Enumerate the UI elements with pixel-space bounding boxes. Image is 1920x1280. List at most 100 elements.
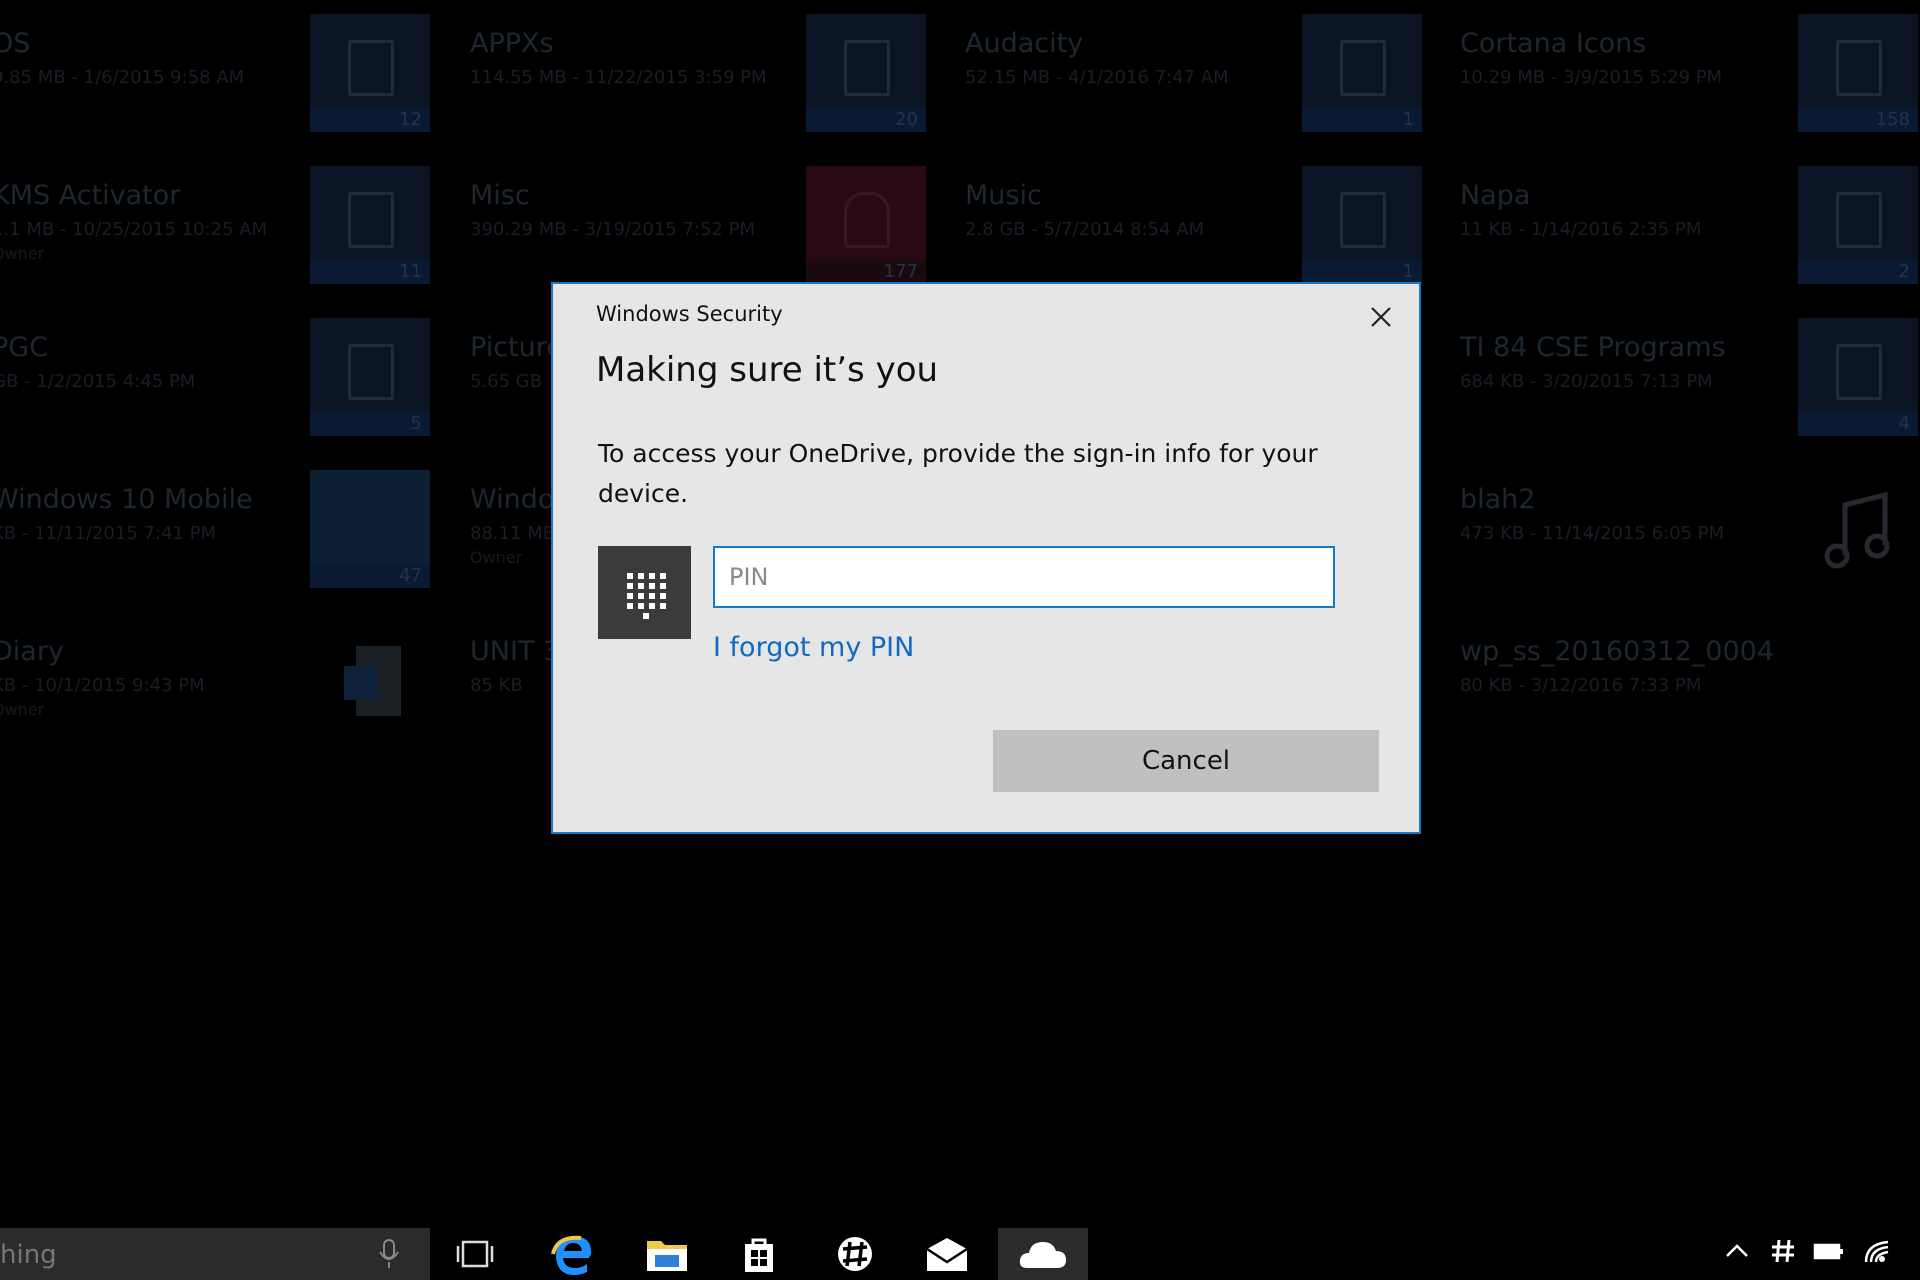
music-note-icon <box>1824 491 1890 569</box>
file-entry: Audacity 52.15 MB - 4/1/2016 7:47 AM <box>965 28 1229 88</box>
file-entry: blah2 473 KB - 11/14/2015 6:05 PM <box>1460 484 1724 544</box>
file-explorer-button[interactable] <box>622 1228 712 1280</box>
windows-security-dialog: Windows Security Making sure it’s you To… <box>551 282 1421 834</box>
folder-tile <box>1798 470 1918 588</box>
file-name: Cortana Icons <box>1460 28 1647 59</box>
dialog-message: To access your OneDrive, provide the sig… <box>598 439 1318 508</box>
mail-button[interactable] <box>902 1228 992 1280</box>
tile-count: 2 <box>1898 261 1910 282</box>
system-tray <box>1720 1220 1920 1280</box>
tile-count: 177 <box>883 261 918 282</box>
folder-tile: 158 <box>1798 14 1918 132</box>
document-icon <box>1836 344 1882 400</box>
file-name: APPXs <box>470 28 554 59</box>
dialog-title: Windows Security <box>596 302 783 326</box>
tile-count: 20 <box>895 109 918 130</box>
cancel-button[interactable]: Cancel <box>993 730 1379 792</box>
file-meta: 85 KB <box>470 675 523 696</box>
network-hash-button[interactable] <box>1766 1234 1800 1268</box>
file-entry: OS 9.85 MB - 1/6/2015 9:58 AM <box>0 28 244 88</box>
file-entry: Windows 10 Mobile KB - 11/11/2015 7:41 P… <box>0 484 253 544</box>
taskbar-search-box[interactable]: hing <box>0 1228 430 1280</box>
folder-tile: 12 <box>310 14 430 132</box>
folder-tile: 1 <box>1302 166 1422 284</box>
file-name: Audacity <box>965 28 1084 59</box>
folder-tile <box>310 622 430 740</box>
image-icon <box>1340 40 1386 96</box>
file-name: Diary <box>0 636 64 667</box>
file-entry: Music 2.8 GB - 5/7/2014 8:54 AM <box>965 180 1204 240</box>
store-icon <box>745 1238 773 1272</box>
file-meta: 114.55 MB - 11/22/2015 3:59 PM <box>470 67 767 88</box>
wifi-icon <box>1864 1240 1889 1263</box>
file-owner: Owner <box>0 700 45 719</box>
forgot-pin-link[interactable]: I forgot my PIN <box>713 632 914 663</box>
document-icon <box>348 40 394 96</box>
document-icon <box>1836 192 1882 248</box>
battery-button[interactable] <box>1812 1234 1846 1268</box>
word-document-icon <box>344 646 401 716</box>
file-name: Music <box>965 180 1042 211</box>
folder-tile: 4 <box>1798 318 1918 436</box>
file-name: KMS Activator <box>0 180 181 211</box>
folder-tile: 2 <box>1798 166 1918 284</box>
folder-tile: 47 <box>310 470 430 588</box>
edge-button[interactable] <box>528 1228 618 1280</box>
file-name: wp_ss_20160312_0004 <box>1460 636 1774 667</box>
chevron-up-icon <box>1726 1244 1748 1257</box>
microphone-icon[interactable] <box>376 1238 402 1270</box>
headphones-icon <box>844 192 890 248</box>
file-meta: 1.1 MB - 10/25/2015 10:25 AM <box>0 219 268 240</box>
file-meta: KB - 11/11/2015 7:41 PM <box>0 523 217 544</box>
tile-count: 47 <box>399 565 422 586</box>
folder-tile: 11 <box>310 166 430 284</box>
file-entry: wp_ss_20160312_0004 80 KB - 3/12/2016 7:… <box>1460 636 1774 696</box>
document-icon <box>1836 40 1882 96</box>
file-name: Napa <box>1460 180 1531 211</box>
dialog-heading: Making sure it’s you <box>596 350 939 390</box>
search-box-text: hing <box>0 1240 57 1270</box>
folder-tile: 20 <box>806 14 926 132</box>
file-entry: TI 84 CSE Programs 684 KB - 3/20/2015 7:… <box>1460 332 1726 392</box>
file-entry: Misc 390.29 MB - 3/19/2015 7:52 PM <box>470 180 755 240</box>
onedrive-button[interactable] <box>998 1228 1088 1280</box>
task-view-button[interactable] <box>430 1228 520 1280</box>
file-meta: 9.85 MB - 1/6/2015 9:58 AM <box>0 67 245 88</box>
show-hidden-icons-button[interactable] <box>1720 1234 1754 1268</box>
mail-icon <box>926 1238 968 1271</box>
slack-button[interactable] <box>810 1228 900 1280</box>
document-icon <box>844 40 890 96</box>
file-owner: Owner <box>0 244 45 263</box>
file-name: UNIT 3 <box>470 636 561 667</box>
file-meta: 10.29 MB - 3/9/2015 5:29 PM <box>1460 67 1723 88</box>
close-button[interactable] <box>1361 297 1401 337</box>
file-entry: Cortana Icons 10.29 MB - 3/9/2015 5:29 P… <box>1460 28 1722 88</box>
file-meta: 390.29 MB - 3/19/2015 7:52 PM <box>470 219 756 240</box>
folder-tile: 177 <box>806 166 926 284</box>
battery-icon <box>1813 1243 1843 1260</box>
file-meta: GB - 1/2/2015 4:45 PM <box>0 371 196 392</box>
edge-icon <box>551 1235 592 1275</box>
file-name: TI 84 CSE Programs <box>1460 332 1726 363</box>
taskbar: hing <box>0 1220 1920 1280</box>
pin-input[interactable] <box>713 546 1335 608</box>
keypad-icon <box>598 546 691 639</box>
slack-icon <box>838 1237 872 1271</box>
folder-icon <box>647 1241 687 1271</box>
close-icon <box>1371 307 1391 327</box>
task-view-icon <box>456 1240 494 1268</box>
tile-count: 4 <box>1898 413 1910 434</box>
wifi-button[interactable] <box>1860 1234 1894 1268</box>
file-entry: PGC GB - 1/2/2015 4:45 PM <box>0 332 195 392</box>
store-button[interactable] <box>714 1228 804 1280</box>
network-hash-icon <box>1772 1239 1794 1263</box>
document-icon <box>1340 192 1386 248</box>
file-meta: KB - 10/1/2015 9:43 PM <box>0 675 205 696</box>
folder-tile: 5 <box>310 318 430 436</box>
image-icon <box>348 344 394 400</box>
tile-count: 1 <box>1402 109 1414 130</box>
file-name: OS <box>0 28 31 59</box>
file-meta: 11 KB - 1/14/2016 2:35 PM <box>1460 219 1702 240</box>
tile-count: 158 <box>1875 109 1910 130</box>
file-name: Windows 10 Mobile <box>0 484 253 515</box>
